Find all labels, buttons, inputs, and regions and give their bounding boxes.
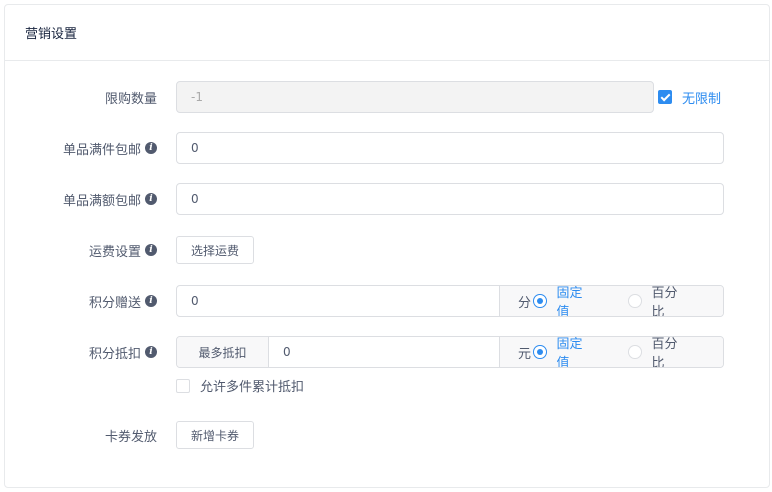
unlimited-checkbox[interactable] <box>658 90 672 104</box>
add-coupon-button[interactable]: 新增卡券 <box>176 421 255 449</box>
free-shipping-qty-row: 单品满件包邮 i <box>5 132 771 164</box>
info-icon[interactable]: i <box>145 346 157 358</box>
info-icon[interactable]: i <box>145 244 157 256</box>
points-gift-fixed-radio[interactable]: 固定值 <box>533 286 594 317</box>
coupon-label: 卡券发放 <box>104 429 157 445</box>
info-icon[interactable]: i <box>145 142 157 154</box>
shipping-row: 运费设置 i 选择运费 <box>5 234 771 266</box>
points-gift-mode: 分 固定值 百分比 <box>499 286 723 316</box>
marketing-settings-card: 营销设置 限购数量 无限制 单品满件包邮 i 单品满额包邮 i <box>4 4 770 488</box>
free-shipping-qty-label: 单品满件包邮 i <box>63 132 157 164</box>
points-deduct-percent-radio[interactable]: 百分比 <box>628 337 689 368</box>
free-shipping-amount-field[interactable] <box>176 183 724 215</box>
radio-label: 固定值 <box>556 286 583 317</box>
points-deduct-unit: 元 <box>518 346 532 362</box>
points-deduct-fixed-radio[interactable]: 固定值 <box>533 337 594 368</box>
multi-deduct-checkbox[interactable] <box>176 378 190 393</box>
radio-label: 固定值 <box>556 337 583 368</box>
points-deduct-field[interactable] <box>269 337 499 367</box>
multi-deduct-label: 允许多件累计抵扣 <box>200 380 305 395</box>
points-gift-field[interactable] <box>177 286 499 316</box>
points-deduct-row: 积分抵扣 i 最多抵扣 元 固定值 百分比 <box>5 336 771 368</box>
card-title: 营销设置 <box>25 27 78 42</box>
unlimited-toggle[interactable]: 无限制 <box>658 88 721 107</box>
free-shipping-qty-field[interactable] <box>176 132 724 164</box>
radio-dot[interactable] <box>628 345 642 359</box>
info-icon[interactable]: i <box>145 193 157 205</box>
points-gift-input[interactable] <box>177 286 499 316</box>
points-gift-text: 积分赠送 <box>88 295 141 311</box>
free-shipping-amount-text: 单品满额包邮 <box>62 193 141 209</box>
points-deduct-text: 积分抵扣 <box>88 346 141 362</box>
select-shipping-button[interactable]: 选择运费 <box>176 236 255 264</box>
points-deduct-label: 积分抵扣 i <box>89 336 157 368</box>
purchase-limit-row: 限购数量 无限制 <box>5 81 771 113</box>
radio-label: 百分比 <box>651 337 678 368</box>
free-shipping-qty-text: 单品满件包邮 <box>62 142 141 158</box>
multi-deduct-toggle[interactable]: 允许多件累计抵扣 <box>176 376 304 395</box>
points-gift-group: 分 固定值 百分比 <box>176 285 724 317</box>
points-deduct-group: 最多抵扣 元 固定值 百分比 <box>176 336 724 368</box>
points-deduct-prefix: 最多抵扣 <box>177 337 269 367</box>
free-shipping-amount-input[interactable] <box>177 184 723 214</box>
radio-dot[interactable] <box>628 294 642 308</box>
purchase-limit-input <box>177 82 653 112</box>
points-gift-label: 积分赠送 i <box>89 285 157 317</box>
coupon-row: 卡券发放 新增卡券 <box>5 419 771 451</box>
unlimited-label: 无限制 <box>682 91 722 107</box>
radio-dot[interactable] <box>533 294 547 308</box>
free-shipping-qty-input[interactable] <box>177 133 723 163</box>
purchase-limit-field <box>176 81 654 113</box>
points-gift-percent-radio[interactable]: 百分比 <box>628 286 689 317</box>
card-header: 营销设置 <box>5 5 769 61</box>
shipping-label: 运费设置 i <box>89 234 157 266</box>
radio-label: 百分比 <box>651 286 678 317</box>
free-shipping-amount-row: 单品满额包邮 i <box>5 183 771 215</box>
points-deduct-mode: 元 固定值 百分比 <box>499 337 723 367</box>
purchase-limit-label: 限购数量 <box>104 91 157 107</box>
points-deduct-input[interactable] <box>269 337 499 367</box>
shipping-text: 运费设置 <box>88 244 141 260</box>
points-gift-unit: 分 <box>518 295 532 311</box>
info-icon[interactable]: i <box>145 295 157 307</box>
points-gift-row: 积分赠送 i 分 固定值 百分比 <box>5 285 771 317</box>
radio-dot[interactable] <box>533 345 547 359</box>
free-shipping-amount-label: 单品满额包邮 i <box>63 183 157 215</box>
